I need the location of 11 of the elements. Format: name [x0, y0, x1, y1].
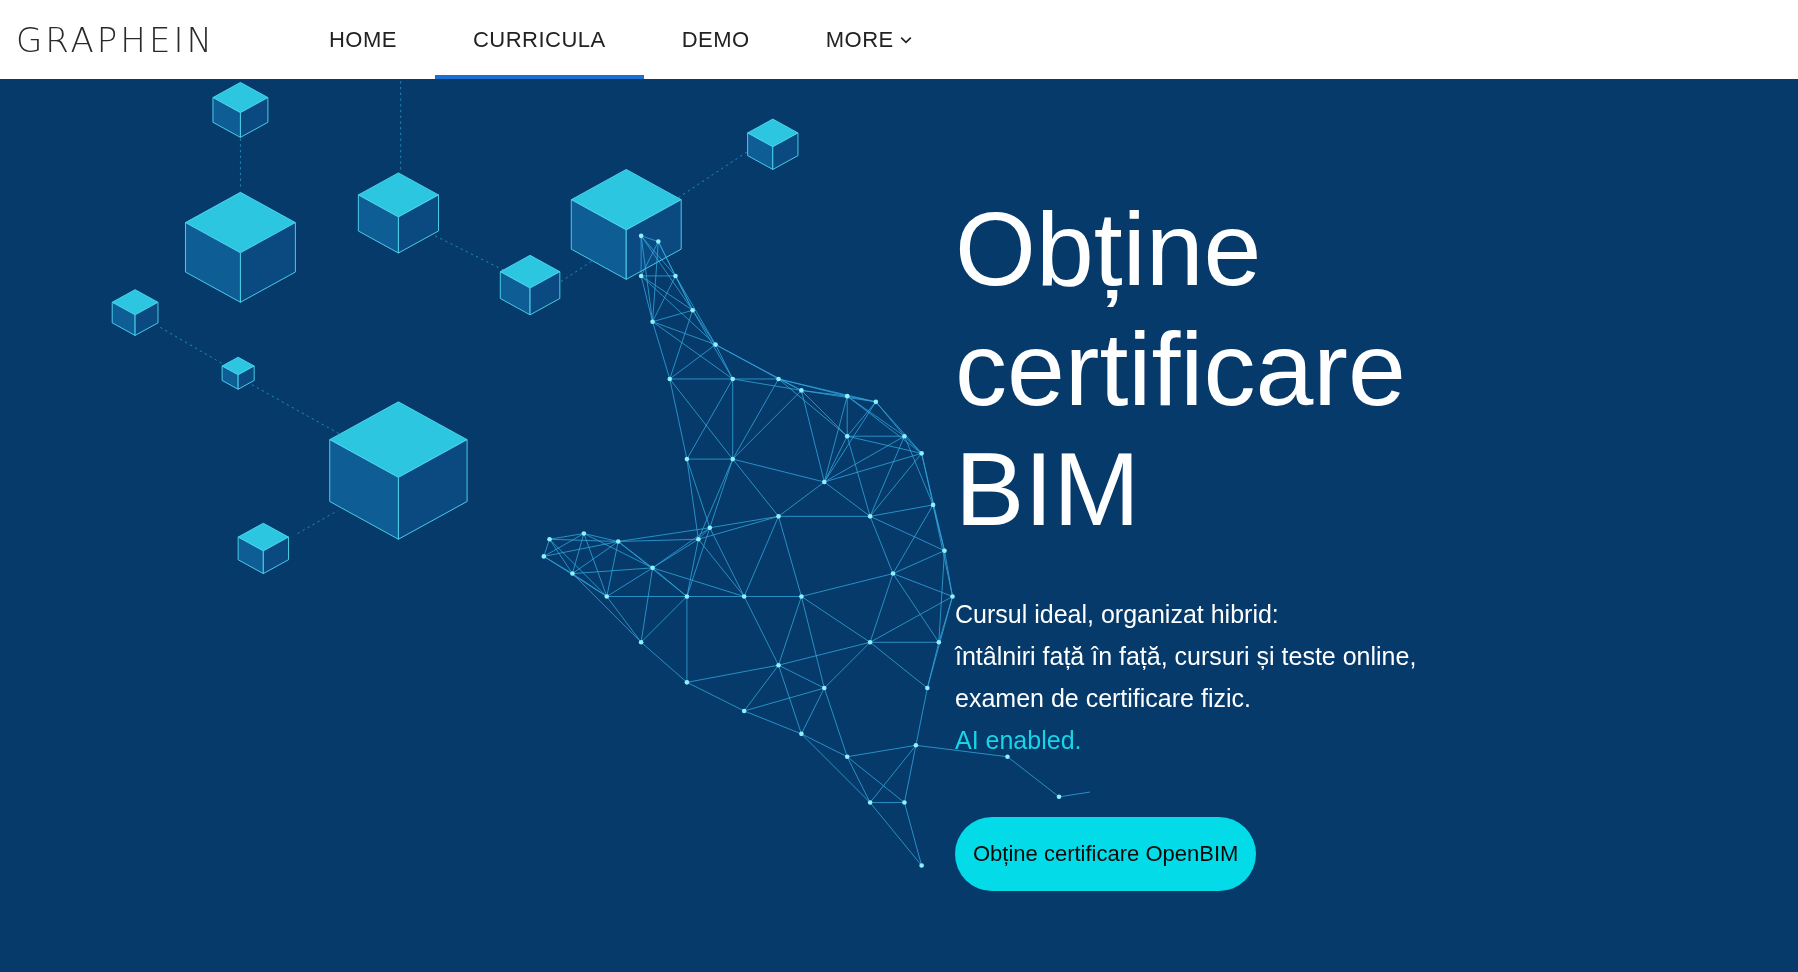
description-line: examen de certificare fizic. — [955, 683, 1252, 714]
get-certification-button[interactable]: Obține certificare OpenBIM — [955, 817, 1257, 891]
nav-link[interactable]: DEMO — [643, 0, 788, 79]
graphein-logo[interactable]: GRAPHEIN — [16, 19, 215, 60]
description-line: Cursul ideal, organizat hibrid: — [955, 599, 1280, 630]
chevron-down-icon — [899, 35, 912, 44]
ai-enabled-text: AI enabled. — [955, 725, 1083, 756]
nav-link[interactable]: HOME — [290, 0, 435, 79]
description-line: întâlniri față în față, cursuri și teste online, — [955, 641, 1417, 672]
more-menu-link[interactable]: MORE — [787, 0, 950, 79]
hero-title: Obține certificare BIM — [955, 190, 1407, 549]
